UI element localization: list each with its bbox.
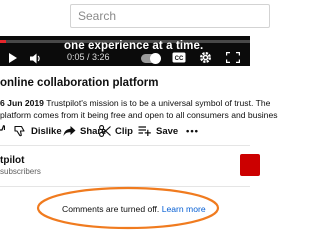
description-line-2[interactable]: platform comes from it being free and op… — [0, 110, 278, 120]
action-row: Dislike Share Clip Save ••• — [0, 124, 250, 140]
save-button[interactable]: Save — [138, 124, 180, 140]
dislike-label: Dislike — [31, 126, 62, 137]
clip-label: Clip — [115, 126, 133, 137]
description-line-1: Trustpilot's mission is to be a universa… — [46, 98, 271, 108]
share-arrow-icon — [63, 126, 76, 136]
upload-date: 6 Jun 2019 — [0, 98, 44, 108]
divider — [0, 145, 250, 146]
video-title: online collaboration platform — [0, 77, 159, 89]
search-input[interactable]: Search — [70, 4, 270, 28]
top-bar: Search — [0, 0, 270, 36]
subscribe-button[interactable] — [240, 154, 260, 176]
fullscreen-icon[interactable] — [226, 52, 240, 63]
time-display: 0:05 / 3:26 — [67, 52, 110, 62]
comments-notice-text: Comments are turned off. — [62, 204, 160, 214]
more-dots-icon: ••• — [186, 126, 199, 137]
scissors-icon — [99, 125, 111, 137]
progress-fill — [0, 40, 7, 43]
add-to-playlist-icon — [138, 126, 151, 136]
gear-icon[interactable] — [199, 51, 212, 64]
learn-more-link[interactable]: Learn more — [162, 204, 206, 214]
dislike-button[interactable]: Dislike — [14, 124, 68, 140]
search-placeholder: Search — [78, 9, 117, 23]
divider — [0, 186, 250, 187]
video-player[interactable]: one experience at a time. 0:05 / 3:26 CC — [0, 36, 250, 66]
more-actions-button[interactable]: ••• — [186, 124, 210, 140]
captions-icon[interactable]: CC — [172, 52, 186, 63]
autoplay-knob — [150, 53, 161, 64]
autoplay-toggle[interactable] — [141, 53, 161, 64]
save-label: Save — [156, 126, 179, 137]
channel-name[interactable]: tpilot — [0, 155, 24, 166]
play-icon[interactable] — [8, 53, 18, 63]
clip-button[interactable]: Clip — [99, 124, 133, 140]
volume-icon[interactable] — [30, 53, 42, 64]
thumbs-up-icon — [0, 125, 5, 131]
like-button[interactable] — [0, 124, 8, 140]
thumbs-down-icon — [14, 125, 25, 137]
subscriber-count: subscribers — [0, 167, 41, 176]
svg-text:CC: CC — [175, 56, 184, 62]
video-meta: 6 Jun 2019 Trustpilot's mission is to be… — [0, 98, 270, 108]
comments-disabled-notice: Comments are turned off. Learn more — [62, 204, 206, 214]
